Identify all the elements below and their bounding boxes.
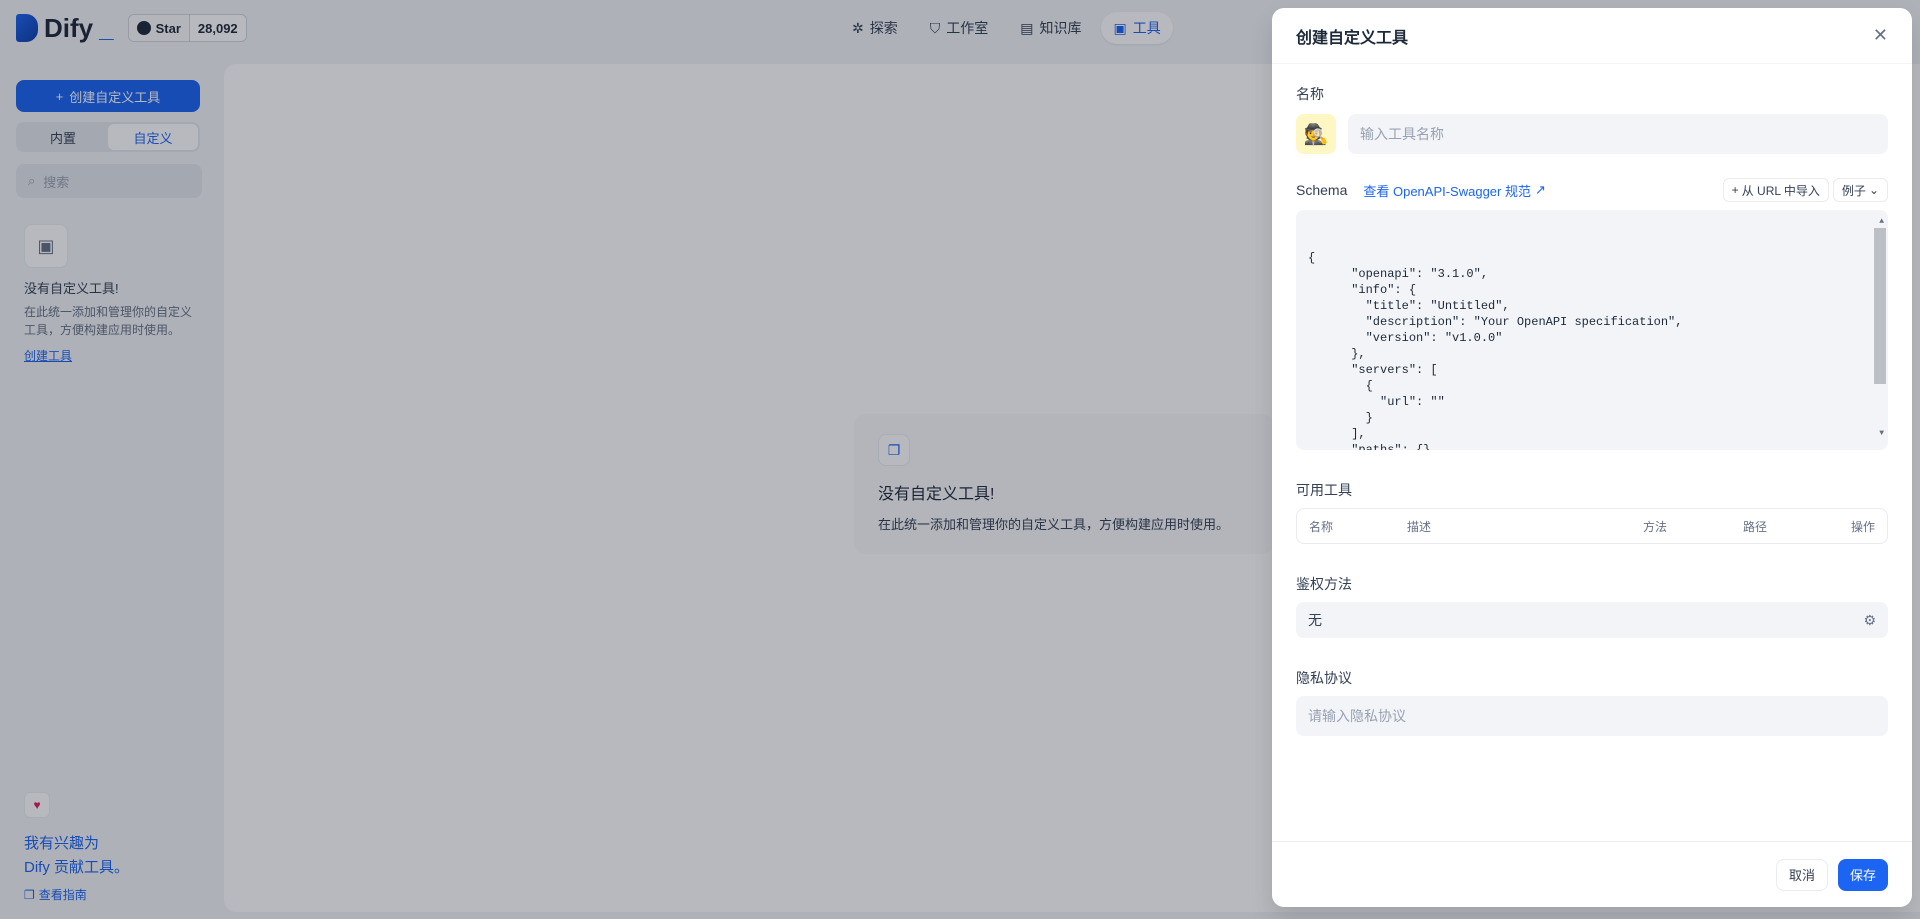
cancel-button[interactable]: 取消	[1775, 858, 1828, 891]
drawer-header: 创建自定义工具 ✕	[1272, 8, 1912, 64]
scroll-thumb[interactable]	[1874, 228, 1886, 384]
save-button[interactable]: 保存	[1837, 858, 1888, 891]
import-url-label: 从 URL 中导入	[1741, 183, 1820, 198]
schema-scrollbar[interactable]: ▲ ▼	[1874, 214, 1886, 442]
chevron-down-icon: ⌄	[1868, 183, 1879, 197]
col-method: 方法	[1643, 519, 1668, 534]
available-tools-section: 可用工具 名称 描述 方法 路径 操作	[1296, 480, 1888, 544]
schema-row: Schema 查看 OpenAPI-Swagger 规范 ↗ + 从 URL 中…	[1296, 178, 1888, 202]
name-label: 名称	[1296, 86, 1324, 102]
auth-method-select[interactable]: 无 ⚙	[1296, 602, 1888, 638]
close-icon[interactable]: ✕	[1873, 25, 1888, 46]
auth-value: 无	[1308, 612, 1322, 628]
privacy-label: 隐私协议	[1296, 670, 1352, 686]
col-desc: 描述	[1407, 519, 1432, 534]
col-name: 名称	[1309, 519, 1334, 534]
create-tool-drawer: 创建自定义工具 ✕ 名称 🕵 输入工具名称 Schema 查看 OpenAPI-…	[1272, 8, 1912, 907]
drawer-body: 名称 🕵 输入工具名称 Schema 查看 OpenAPI-Swagger 规范…	[1272, 64, 1912, 736]
gear-icon: ⚙	[1863, 611, 1876, 628]
col-op: 操作	[1850, 519, 1875, 534]
drawer-title: 创建自定义工具	[1296, 29, 1409, 47]
schema-actions: + 从 URL 中导入 例子 ⌄	[1722, 178, 1888, 202]
import-from-url-button[interactable]: + 从 URL 中导入	[1722, 178, 1829, 202]
privacy-section: 隐私协议 请输入隐私协议	[1296, 668, 1888, 736]
scroll-down-icon[interactable]: ▼	[1879, 426, 1884, 442]
schema-editor[interactable]: { "openapi": "3.1.0", "info": { "title":…	[1296, 210, 1888, 450]
external-link-icon: ↗	[1534, 182, 1546, 197]
col-path: 路径	[1743, 519, 1768, 534]
example-dropdown[interactable]: 例子 ⌄	[1832, 178, 1888, 202]
available-tools-label: 可用工具	[1296, 482, 1352, 498]
schema-label: Schema	[1296, 182, 1348, 198]
plus-icon: +	[1731, 183, 1739, 197]
name-row: 🕵 输入工具名称	[1296, 114, 1888, 154]
openapi-spec-link[interactable]: 查看 OpenAPI-Swagger 规范 ↗	[1363, 181, 1546, 200]
schema-left: Schema 查看 OpenAPI-Swagger 规范 ↗	[1296, 181, 1546, 200]
tools-table-header: 名称 描述 方法 路径 操作	[1296, 508, 1888, 544]
privacy-input[interactable]: 请输入隐私协议	[1296, 696, 1888, 736]
schema-code: { "openapi": "3.1.0", "info": { "title":…	[1308, 251, 1683, 450]
tool-name-input[interactable]: 输入工具名称	[1348, 114, 1888, 154]
openapi-link-label: 查看 OpenAPI-Swagger 规范	[1363, 183, 1531, 199]
auth-section: 鉴权方法 无 ⚙	[1296, 574, 1888, 638]
tool-avatar-icon[interactable]: 🕵	[1296, 114, 1336, 154]
drawer-footer: 取消 保存	[1272, 841, 1912, 907]
example-label: 例子	[1841, 183, 1866, 198]
auth-label: 鉴权方法	[1296, 576, 1352, 592]
